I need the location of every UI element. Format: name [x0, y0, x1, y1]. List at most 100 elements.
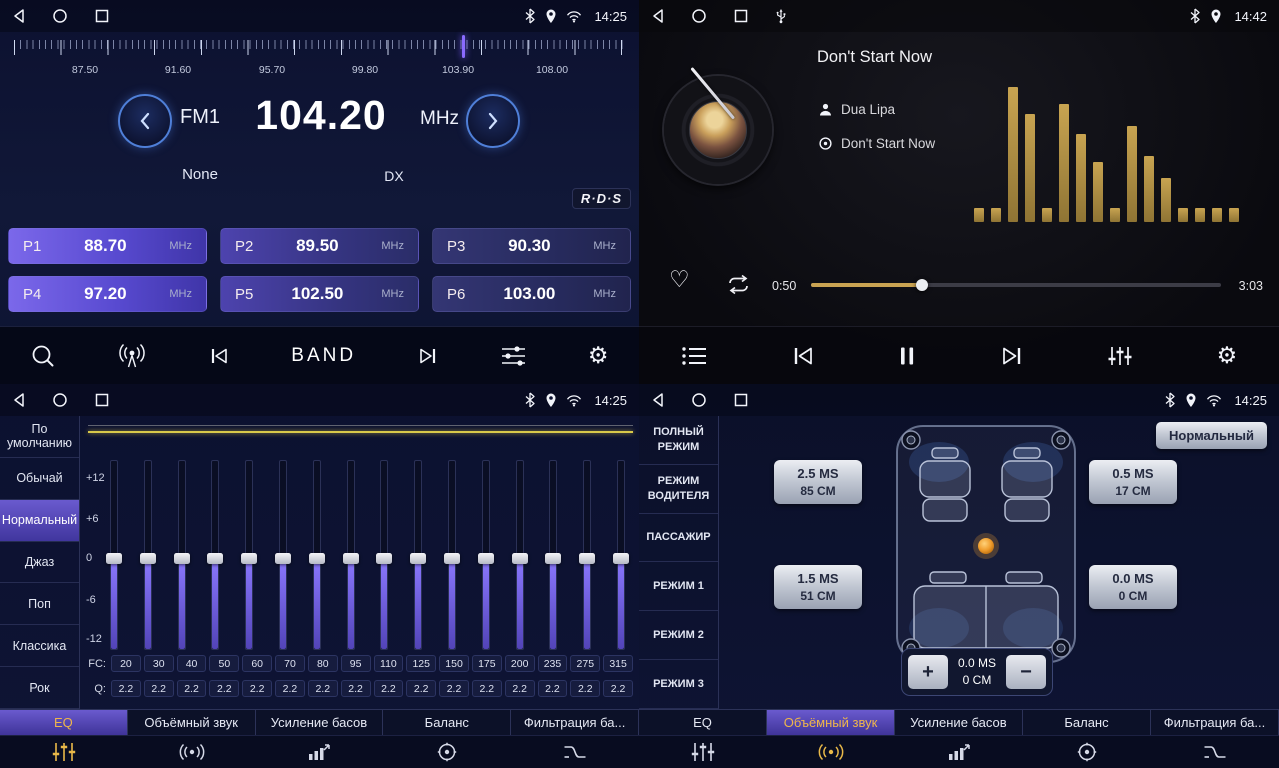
eq-slider-handle[interactable] [174, 553, 190, 564]
eq-slider-handle[interactable] [140, 553, 156, 564]
nav-recents-icon[interactable] [94, 392, 110, 408]
nav-back-icon[interactable] [651, 8, 665, 24]
scan-icon[interactable] [30, 343, 56, 369]
surround-tab-icon[interactable] [128, 743, 256, 761]
eq-band-slider[interactable] [512, 460, 528, 650]
delay-rear-right[interactable]: 0.0 MS 0 CM [1089, 565, 1177, 609]
tab-surround[interactable]: Объёмный звук [128, 710, 256, 735]
tab-surround[interactable]: Объёмный звук [767, 710, 895, 735]
seek-down-button[interactable] [118, 94, 172, 148]
mode-1[interactable]: РЕЖИМ 1 [639, 562, 718, 611]
eq-band-slider[interactable] [241, 460, 257, 650]
tab-balance[interactable]: Баланс [1023, 710, 1151, 735]
eq-tab-icon[interactable] [639, 741, 767, 763]
eq-preset-classic[interactable]: Классика [0, 625, 79, 667]
preset-button-p1[interactable]: P188.70MHz [8, 228, 207, 264]
balance-tab-icon[interactable] [1023, 742, 1151, 762]
eq-slider-handle[interactable] [410, 553, 426, 564]
eq-band-slider[interactable] [140, 460, 156, 650]
playlist-icon[interactable] [681, 346, 708, 366]
eq-band-slider[interactable] [275, 460, 291, 650]
eq-preset-jazz[interactable]: Джаз [0, 542, 79, 584]
eq-band-slider[interactable] [309, 460, 325, 650]
tab-balance[interactable]: Баланс [383, 710, 511, 735]
delay-rear-left[interactable]: 1.5 MS 51 CM [774, 565, 862, 609]
delay-decrease-button[interactable]: − [1006, 655, 1046, 689]
nav-home-icon[interactable] [52, 8, 68, 24]
sound-preset-chip[interactable]: Нормальный [1156, 422, 1267, 449]
delay-front-left[interactable]: 2.5 MS 85 CM [774, 460, 862, 504]
pause-icon[interactable] [898, 346, 916, 366]
settings-gear-icon[interactable]: ⚙ [588, 344, 609, 367]
next-track-icon[interactable] [417, 347, 439, 365]
radio-broadcast-icon[interactable] [117, 343, 147, 369]
tab-filter[interactable]: Фильтрация ба... [511, 710, 639, 735]
previous-track-icon[interactable] [791, 346, 815, 366]
preset-button-p2[interactable]: P289.50MHz [220, 228, 419, 264]
eq-slider-handle[interactable] [545, 553, 561, 564]
nav-home-icon[interactable] [52, 392, 68, 408]
eq-slider-handle[interactable] [106, 553, 122, 564]
bass-boost-tab-icon[interactable] [256, 743, 384, 761]
tuner-settings-icon[interactable] [500, 345, 527, 367]
tab-bass-boost[interactable]: Усиление басов [895, 710, 1023, 735]
eq-band-slider[interactable] [478, 460, 494, 650]
preset-button-p5[interactable]: P5102.50MHz [220, 276, 419, 312]
tab-eq[interactable]: EQ [0, 710, 128, 735]
favorite-icon[interactable]: ♡ [669, 268, 690, 291]
eq-band-slider[interactable] [207, 460, 223, 650]
eq-preset-rock[interactable]: Рок [0, 667, 79, 709]
eq-slider-handle[interactable] [207, 553, 223, 564]
eq-slider-handle[interactable] [343, 553, 359, 564]
preset-button-p6[interactable]: P6103.00MHz [432, 276, 631, 312]
eq-slider-handle[interactable] [275, 553, 291, 564]
nav-back-icon[interactable] [12, 392, 26, 408]
eq-tab-icon[interactable] [0, 741, 128, 763]
tab-eq[interactable]: EQ [639, 710, 767, 735]
eq-slider-handle[interactable] [512, 553, 528, 564]
eq-band-slider[interactable] [444, 460, 460, 650]
nav-recents-icon[interactable] [94, 8, 110, 24]
filter-tab-icon[interactable] [1151, 743, 1279, 761]
next-track-icon[interactable] [1000, 346, 1024, 366]
previous-track-icon[interactable] [208, 347, 230, 365]
band-button[interactable]: BAND [291, 345, 356, 367]
tab-filter[interactable]: Фильтрация ба... [1151, 710, 1279, 735]
progress-bar[interactable] [811, 283, 1221, 287]
eq-slider-handle[interactable] [444, 553, 460, 564]
eq-slider-handle[interactable] [241, 553, 257, 564]
eq-band-slider[interactable] [545, 460, 561, 650]
eq-preset-normal[interactable]: Нормальный [0, 500, 79, 542]
eq-band-slider[interactable] [579, 460, 595, 650]
mode-3[interactable]: РЕЖИМ 3 [639, 660, 718, 709]
eq-band-slider[interactable] [343, 460, 359, 650]
mode-2[interactable]: РЕЖИМ 2 [639, 611, 718, 660]
repeat-icon[interactable] [725, 274, 752, 295]
mode-full[interactable]: ПОЛНЫЙ РЕЖИМ [639, 416, 718, 465]
tab-bass-boost[interactable]: Усиление басов [256, 710, 384, 735]
progress-knob[interactable] [916, 279, 928, 291]
nav-home-icon[interactable] [691, 8, 707, 24]
eq-band-slider[interactable] [410, 460, 426, 650]
nav-back-icon[interactable] [651, 392, 665, 408]
nav-recents-icon[interactable] [733, 392, 749, 408]
seek-up-button[interactable] [466, 94, 520, 148]
surround-tab-icon[interactable] [767, 743, 895, 761]
nav-back-icon[interactable] [12, 8, 26, 24]
eq-preset-default[interactable]: По умолчанию [0, 416, 79, 458]
delay-front-right[interactable]: 0.5 MS 17 CM [1089, 460, 1177, 504]
eq-band-slider[interactable] [613, 460, 629, 650]
eq-slider-handle[interactable] [613, 553, 629, 564]
eq-band-slider[interactable] [106, 460, 122, 650]
eq-slider-handle[interactable] [309, 553, 325, 564]
mode-passenger[interactable]: ПАССАЖИР [639, 514, 718, 563]
eq-band-slider[interactable] [376, 460, 392, 650]
delay-increase-button[interactable]: + [908, 655, 948, 689]
preset-button-p3[interactable]: P390.30MHz [432, 228, 631, 264]
frequency-ruler[interactable] [14, 40, 625, 56]
filter-tab-icon[interactable] [511, 743, 639, 761]
eq-preset-pop[interactable]: Поп [0, 583, 79, 625]
eq-preset-custom[interactable]: Обычай [0, 458, 79, 500]
eq-slider-handle[interactable] [376, 553, 392, 564]
eq-slider-handle[interactable] [579, 553, 595, 564]
